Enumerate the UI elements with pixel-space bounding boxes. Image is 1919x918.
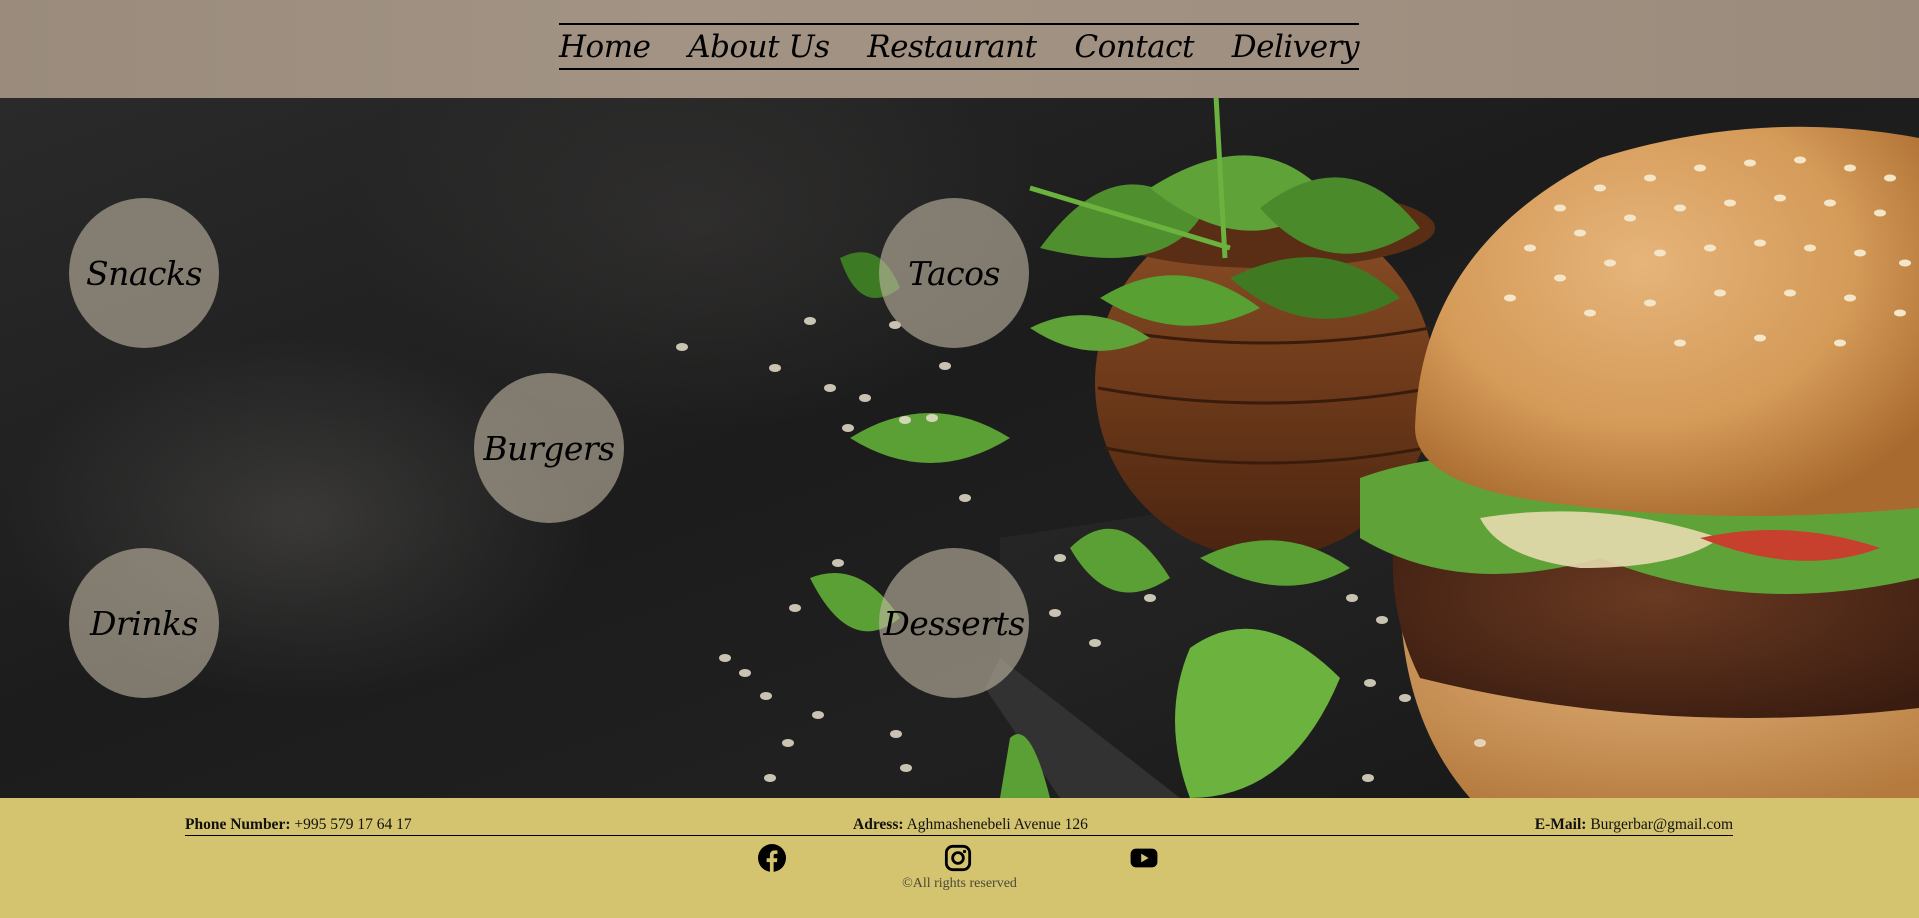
address-info: Adress: Aghmashenebeli Avenue 126 — [853, 816, 1088, 834]
address-label: Adress: — [853, 816, 904, 833]
category-drinks[interactable]: Drinks — [69, 548, 219, 698]
nav-contact-link[interactable]: Contact — [1074, 30, 1194, 63]
site-footer: Phone Number: +995 579 17 64 17 Adress: … — [0, 798, 1919, 918]
phone-info: Phone Number: +995 579 17 64 17 — [185, 816, 412, 834]
category-snacks[interactable]: Snacks — [69, 198, 219, 348]
nav-about-us-link[interactable]: About Us — [688, 30, 830, 63]
instagram-icon[interactable] — [944, 844, 972, 872]
hero-section: Snacks Tacos Burgers Drinks Desserts — [0, 98, 1919, 798]
category-burgers[interactable]: Burgers — [474, 373, 624, 523]
copyright-text: ©All rights reserved — [902, 876, 1017, 891]
site-header: Home About Us Restaurant Contact Deliver… — [0, 0, 1919, 98]
main-nav: Home About Us Restaurant Contact Deliver… — [559, 23, 1360, 70]
category-tacos[interactable]: Tacos — [879, 198, 1029, 348]
email-label: E-Mail: — [1534, 816, 1587, 833]
nav-home-link[interactable]: Home — [559, 30, 651, 63]
nav-delivery-link[interactable]: Delivery — [1232, 30, 1360, 63]
facebook-icon[interactable] — [758, 844, 786, 872]
phone-label: Phone Number: — [185, 816, 291, 833]
phone-value: +995 579 17 64 17 — [294, 816, 412, 833]
nav-restaurant-link[interactable]: Restaurant — [867, 30, 1037, 63]
email-value[interactable]: Burgerbar@gmail.com — [1590, 816, 1733, 833]
category-desserts[interactable]: Desserts — [879, 548, 1029, 698]
youtube-icon[interactable] — [1130, 844, 1158, 872]
email-info: E-Mail: Burgerbar@gmail.com — [1535, 816, 1733, 834]
address-value: Aghmashenebeli Avenue 126 — [906, 816, 1088, 833]
contact-info-row: Phone Number: +995 579 17 64 17 Adress: … — [185, 816, 1733, 836]
